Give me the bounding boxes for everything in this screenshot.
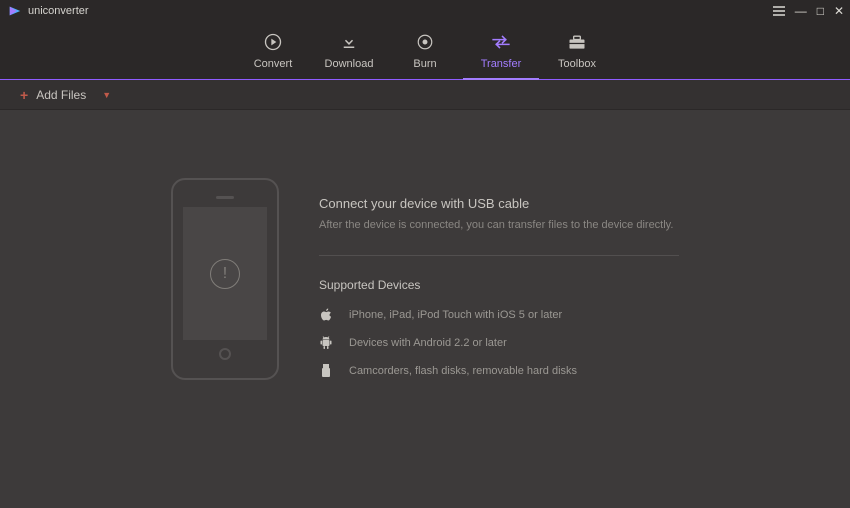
content-row: ! Connect your device with USB cable Aft… xyxy=(171,178,679,508)
app-name: uniconverter xyxy=(28,5,89,17)
close-button[interactable]: ✕ xyxy=(834,5,844,17)
device-text: Devices with Android 2.2 or later xyxy=(349,337,507,349)
plus-icon: + xyxy=(20,87,28,103)
connect-subtitle: After the device is connected, you can t… xyxy=(319,219,679,231)
device-illustration: ! xyxy=(171,178,279,380)
supported-devices-title: Supported Devices xyxy=(319,278,679,292)
tab-burn[interactable]: Burn xyxy=(387,22,463,79)
divider xyxy=(319,255,679,256)
tab-convert[interactable]: Convert xyxy=(235,22,311,79)
storage-icon xyxy=(319,364,333,378)
tab-download[interactable]: Download xyxy=(311,22,387,79)
device-row-android: Devices with Android 2.2 or later xyxy=(319,336,679,350)
menu-icon[interactable] xyxy=(773,6,785,16)
tab-label: Burn xyxy=(413,58,436,70)
toolbar: + Add Files ▼ xyxy=(0,80,850,110)
device-row-storage: Camcorders, flash disks, removable hard … xyxy=(319,364,679,378)
device-row-apple: iPhone, iPad, iPod Touch with iOS 5 or l… xyxy=(319,308,679,322)
add-files-label: Add Files xyxy=(36,88,86,102)
toolbox-icon xyxy=(567,32,587,52)
download-icon xyxy=(340,32,358,52)
convert-icon xyxy=(263,32,283,52)
tab-label: Toolbox xyxy=(558,58,596,70)
device-list: iPhone, iPad, iPod Touch with iOS 5 or l… xyxy=(319,308,679,378)
maximize-button[interactable]: □ xyxy=(817,5,824,17)
phone-speaker-icon xyxy=(216,196,234,199)
add-files-button[interactable]: + Add Files ▼ xyxy=(20,87,111,103)
burn-icon xyxy=(416,32,434,52)
phone-screen: ! xyxy=(183,207,267,340)
title-bar: uniconverter — □ ✕ xyxy=(0,0,850,22)
alert-icon: ! xyxy=(210,259,240,289)
phone-home-icon xyxy=(219,348,231,360)
main-content: ! Connect your device with USB cable Aft… xyxy=(0,110,850,508)
tab-transfer[interactable]: Transfer xyxy=(463,22,539,79)
tab-label: Transfer xyxy=(481,58,522,70)
apple-icon xyxy=(319,308,333,322)
device-text: iPhone, iPad, iPod Touch with iOS 5 or l… xyxy=(349,309,562,321)
transfer-icon xyxy=(490,32,512,52)
minimize-button[interactable]: — xyxy=(795,5,807,17)
app-logo-icon xyxy=(8,4,22,18)
tab-toolbox[interactable]: Toolbox xyxy=(539,22,615,79)
brand: uniconverter xyxy=(8,4,89,18)
info-panel: Connect your device with USB cable After… xyxy=(319,178,679,508)
android-icon xyxy=(319,336,333,350)
window-controls: — □ ✕ xyxy=(773,5,844,17)
main-tabs: Convert Download Burn Transfer Toolbox xyxy=(0,22,850,80)
device-text: Camcorders, flash disks, removable hard … xyxy=(349,365,577,377)
connect-title: Connect your device with USB cable xyxy=(319,196,679,211)
chevron-down-icon: ▼ xyxy=(102,90,111,100)
tab-label: Download xyxy=(325,58,374,70)
tab-label: Convert xyxy=(254,58,293,70)
